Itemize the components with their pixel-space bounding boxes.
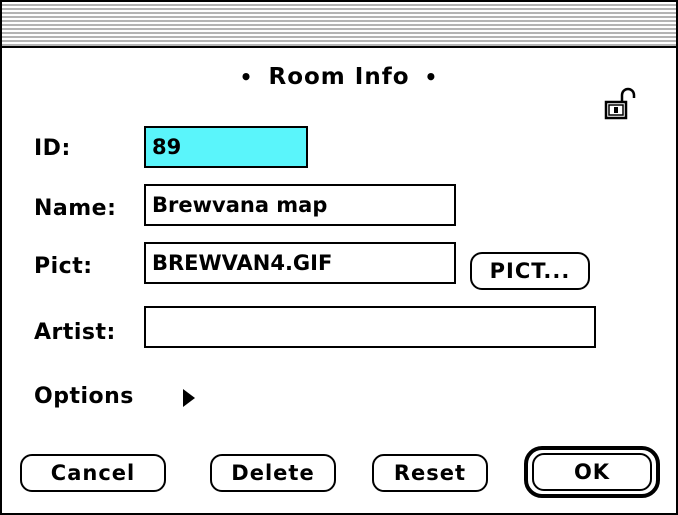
pict-label: Pict:	[34, 254, 93, 279]
ok-button[interactable]: OK	[532, 453, 652, 491]
pict-field[interactable]: BREWVAN4.GIF	[144, 242, 456, 284]
title-bullet-left: •	[239, 65, 254, 89]
artist-label: Artist:	[34, 320, 116, 345]
title-bullet-right: •	[424, 65, 439, 89]
dialog-title: Room Info	[268, 64, 410, 90]
cancel-button[interactable]: Cancel	[20, 454, 166, 492]
dialog-header: • Room Info •	[2, 64, 676, 90]
id-label: ID:	[34, 136, 71, 161]
name-label: Name:	[34, 196, 117, 221]
room-info-dialog: • Room Info • ID: 89 Name: Brewvana map …	[0, 0, 678, 515]
id-field[interactable]: 89	[144, 126, 308, 168]
unlocked-padlock-icon[interactable]	[602, 86, 638, 122]
name-field[interactable]: Brewvana map	[144, 184, 456, 226]
reset-button[interactable]: Reset	[372, 454, 488, 492]
pict-browse-button[interactable]: PICT...	[470, 252, 590, 290]
artist-field[interactable]	[144, 306, 596, 348]
window-title-bar[interactable]	[2, 2, 676, 48]
delete-button[interactable]: Delete	[210, 454, 336, 492]
options-label[interactable]: Options	[34, 384, 134, 409]
disclosure-triangle-right-icon[interactable]	[182, 388, 196, 408]
